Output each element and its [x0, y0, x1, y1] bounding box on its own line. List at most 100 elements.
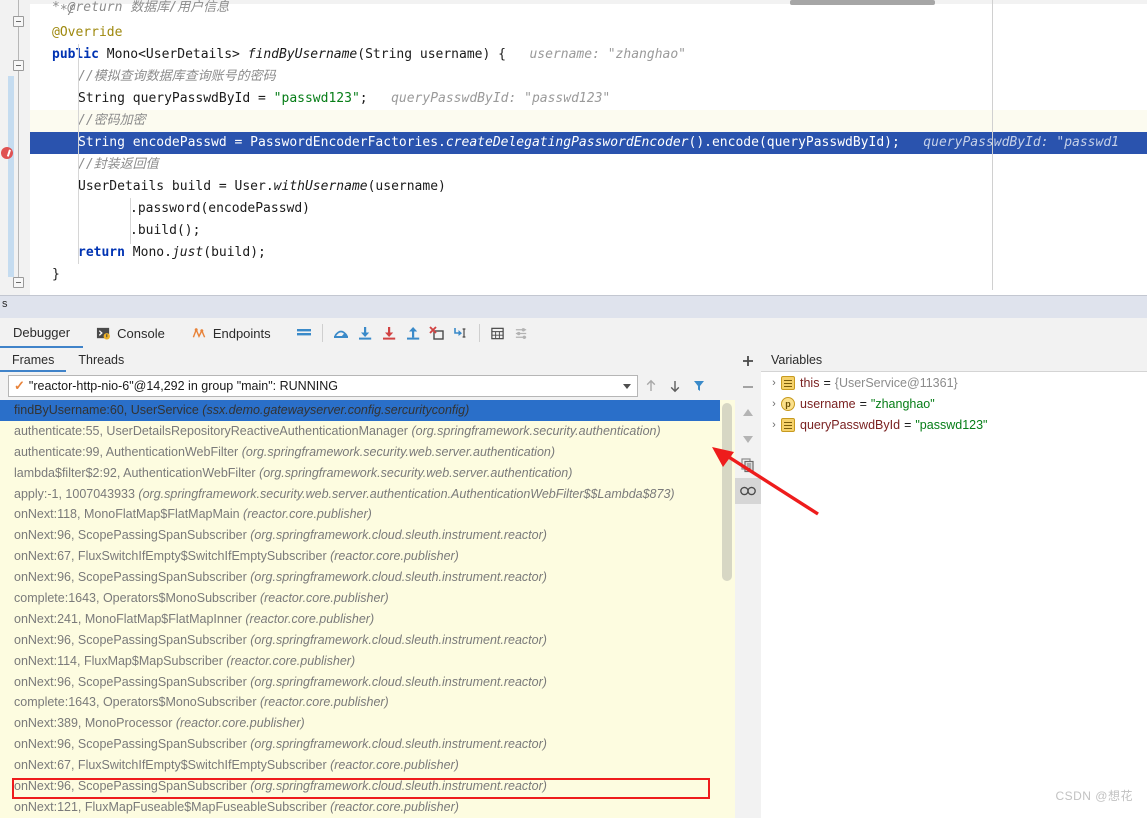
move-watch-down-button[interactable]: [735, 426, 761, 452]
code-token: .password(encodePasswd): [130, 201, 311, 216]
stack-frame-package: (reactor.core.publisher): [226, 653, 356, 668]
stack-frame-item[interactable]: onNext:67, FluxSwitchIfEmpty$SwitchIfEmp…: [0, 546, 720, 567]
stack-frame-package: (org.springframework.security.web.server…: [138, 486, 675, 501]
stack-frame-item[interactable]: findByUsername:60, UserService (ssx.demo…: [0, 400, 720, 421]
move-watch-up-button[interactable]: [735, 400, 761, 426]
stack-frame-package: (org.springframework.cloud.sleuth.instru…: [250, 528, 547, 543]
copy-stack-button[interactable]: [735, 452, 761, 478]
stack-frame-item[interactable]: onNext:389, MonoProcessor (reactor.core.…: [0, 713, 720, 734]
stack-frame-method: authenticate:99, AuthenticationWebFilter: [14, 444, 242, 459]
code-editor[interactable]: * @return 数据库/用户信息 */@Override public Mon…: [0, 0, 1147, 295]
call-stack-list[interactable]: findByUsername:60, UserService (ssx.demo…: [0, 400, 720, 818]
code-line[interactable]: public Mono<UserDetails> findByUsername(…: [30, 44, 1147, 66]
fold-marker[interactable]: [13, 277, 24, 288]
stack-frame-item[interactable]: onNext:241, MonoFlatMap$FlatMapInner (re…: [0, 609, 720, 630]
code-line[interactable]: //模拟查询数据库查询账号的密码: [30, 66, 1147, 88]
code-line[interactable]: String encodePasswd = PasswordEncoderFac…: [30, 132, 1147, 154]
watches-toggle-button[interactable]: [735, 478, 761, 504]
code-line[interactable]: return Mono.just(build);: [30, 242, 1147, 264]
add-watch-button[interactable]: [735, 348, 761, 374]
drop-frame-icon[interactable]: [425, 321, 449, 345]
code-line[interactable]: */: [30, 0, 1147, 22]
fold-marker[interactable]: [13, 60, 24, 71]
stack-frame-item[interactable]: onNext:114, FluxMap$MapSubscriber (react…: [0, 651, 720, 672]
step-into-icon[interactable]: [353, 321, 377, 345]
stack-frame-item[interactable]: onNext:96, ScopePassingSpanSubscriber (o…: [0, 567, 720, 588]
code-token: //模拟查询数据库查询账号的密码: [78, 69, 276, 84]
variable-row[interactable]: › p username = "zhanghao": [761, 393, 1147, 414]
field-icon: [781, 375, 795, 390]
editor-right-margin: [992, 0, 993, 290]
expand-arrow-icon[interactable]: ›: [767, 419, 781, 431]
show-execution-point-icon[interactable]: [292, 321, 316, 345]
frames-pane: Frames Threads ✓ "reactor-http-nio-6"@14…: [0, 348, 735, 818]
filter-icon[interactable]: [688, 375, 710, 397]
variable-row[interactable]: › queryPasswdById = "passwd123": [761, 414, 1147, 435]
stack-frame-item[interactable]: onNext:96, ScopePassingSpanSubscriber (o…: [0, 525, 720, 546]
variable-name: queryPasswdById: [800, 417, 901, 432]
stack-frame-item[interactable]: lambda$filter$2:92, AuthenticationWebFil…: [0, 463, 720, 484]
stack-frame-method: onNext:67, FluxSwitchIfEmpty$SwitchIfEmp…: [14, 758, 331, 773]
variables-list[interactable]: › this = {UserService@11361} › p username = "zha…: [761, 372, 1147, 435]
code-line[interactable]: }: [30, 264, 1147, 286]
stack-frame-item[interactable]: authenticate:99, AuthenticationWebFilter…: [0, 442, 720, 463]
code-token: findByUsername: [247, 47, 358, 62]
code-lines[interactable]: */ @Override public Mono<UserDetails> find…: [30, 0, 1147, 295]
tab-debugger[interactable]: Debugger: [0, 319, 84, 348]
stack-frame-item[interactable]: complete:1643, Operators$MonoSubscriber …: [0, 692, 720, 713]
code-line[interactable]: String queryPasswdById = "passwd123"; qu…: [30, 88, 1147, 110]
stack-frame-item[interactable]: onNext:96, ScopePassingSpanSubscriber (o…: [0, 776, 720, 797]
move-down-icon[interactable]: [664, 375, 686, 397]
variable-value: "passwd123": [915, 417, 988, 432]
stack-frame-package: (reactor.core.publisher): [175, 716, 305, 731]
stack-frame-item[interactable]: onNext:118, MonoFlatMap$FlatMapMain (rea…: [0, 504, 720, 525]
stack-frame-item[interactable]: authenticate:55, UserDetailsRepositoryRe…: [0, 421, 720, 442]
stack-frame-package: (ssx.demo.gatewayserver.config.sercurity…: [202, 403, 470, 417]
code-token: .build();: [130, 223, 201, 238]
editor-gutter[interactable]: [0, 0, 30, 295]
code-line[interactable]: //密码加密: [30, 110, 1147, 132]
settings-icon[interactable]: [510, 321, 534, 345]
tab-frames-label: Frames: [12, 353, 55, 367]
code-line[interactable]: .build();: [30, 220, 1147, 242]
stack-frame-item[interactable]: onNext:96, ScopePassingSpanSubscriber (o…: [0, 672, 720, 693]
code-line[interactable]: @Override: [30, 22, 1147, 44]
remove-watch-button[interactable]: [735, 374, 761, 400]
move-up-icon[interactable]: [640, 375, 662, 397]
expand-arrow-icon[interactable]: ›: [767, 377, 781, 389]
stack-frame-item[interactable]: onNext:96, ScopePassingSpanSubscriber (o…: [0, 734, 720, 755]
stack-frame-package: (org.springframework.security.web.server…: [259, 465, 573, 480]
stack-frame-item[interactable]: complete:1643, Operators$MonoSubscriber …: [0, 588, 720, 609]
step-out-icon[interactable]: [401, 321, 425, 345]
code-token: //密码加密: [78, 113, 146, 128]
tab-frames[interactable]: Frames: [0, 349, 67, 372]
expand-arrow-icon[interactable]: ›: [767, 398, 781, 410]
fold-marker[interactable]: [13, 16, 24, 27]
step-over-icon[interactable]: [329, 321, 353, 345]
thread-selector[interactable]: ✓ "reactor-http-nio-6"@14,292 in group "…: [8, 375, 638, 397]
tab-threads[interactable]: Threads: [66, 349, 136, 372]
indent-guide: [130, 198, 131, 244]
frames-scroll-thumb[interactable]: [722, 403, 732, 581]
force-step-into-icon[interactable]: [377, 321, 401, 345]
chevron-down-icon[interactable]: [623, 384, 631, 389]
variable-row[interactable]: › this = {UserService@11361}: [761, 372, 1147, 393]
evaluate-expression-icon[interactable]: [486, 321, 510, 345]
tab-endpoints[interactable]: Endpoints: [178, 319, 284, 348]
variable-equals: =: [823, 375, 831, 390]
tab-console[interactable]: Console: [83, 319, 178, 348]
stack-frame-method: onNext:96, ScopePassingSpanSubscriber: [14, 674, 251, 689]
stack-frame-item[interactable]: onNext:96, ScopePassingSpanSubscriber (o…: [0, 630, 720, 651]
code-token: String queryPasswdById =: [78, 91, 274, 106]
code-line[interactable]: UserDetails build = User.withUsername(us…: [30, 176, 1147, 198]
stack-frame-item[interactable]: onNext:67, FluxSwitchIfEmpty$SwitchIfEmp…: [0, 755, 720, 776]
code-token: String encodePasswd = PasswordEncoderFac…: [78, 135, 446, 150]
run-to-cursor-icon[interactable]: [449, 321, 473, 345]
stack-frame-item[interactable]: onNext:121, FluxMapFuseable$MapFuseableS…: [0, 797, 720, 818]
code-line[interactable]: //封装返回值: [30, 154, 1147, 176]
breakpoint-icon[interactable]: [1, 147, 13, 159]
code-token: ().encode(queryPasswdById);: [688, 135, 900, 150]
stack-frame-item[interactable]: apply:-1, 1007043933 (org.springframewor…: [0, 484, 720, 505]
code-line[interactable]: .password(encodePasswd): [30, 198, 1147, 220]
code-token: withUsername: [273, 179, 368, 194]
